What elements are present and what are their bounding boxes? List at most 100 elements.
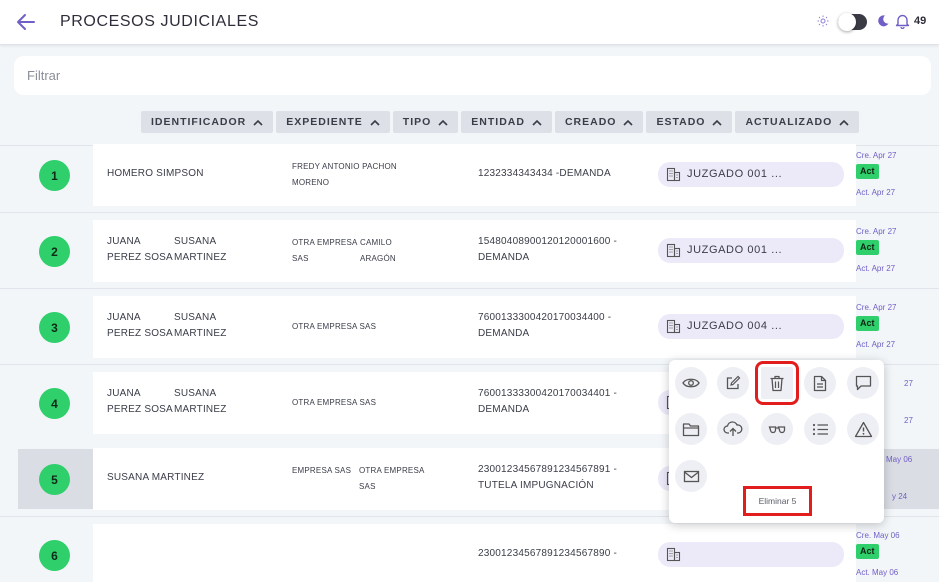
demandante: JUANA	[107, 312, 141, 323]
updated-date: Act. Apr 27	[856, 340, 896, 349]
row-card[interactable]: HOMERO SIMPSON FREDY ANTONIO PACHON MORE…	[93, 144, 856, 206]
updated-date: Act. Apr 27	[856, 188, 896, 197]
chevron-up-icon	[623, 119, 634, 126]
column-estado[interactable]: ESTADO	[646, 111, 733, 133]
demandante: JUANA	[107, 388, 141, 399]
demandado: OTRA EMPRESA	[359, 466, 425, 475]
demandante: MARTINEZ	[174, 404, 227, 415]
column-actualizado[interactable]: ACTUALIZADO	[735, 111, 860, 133]
delete-button[interactable]	[755, 361, 799, 405]
demandante: HOMERO SIMPSON	[107, 168, 204, 179]
row-number: 5	[39, 464, 70, 495]
document-button[interactable]	[804, 367, 836, 399]
expediente: DEMANDA	[478, 252, 530, 263]
demandante: SUSANA	[174, 236, 217, 247]
column-label: ACTUALIZADO	[745, 116, 833, 128]
demandado: MORENO	[292, 178, 330, 187]
column-label: TIPO	[402, 116, 432, 128]
column-label: CREADO	[564, 116, 617, 128]
updated-date: y 24	[892, 492, 908, 501]
entidad-pill[interactable]: JUZGADO 001 ...	[658, 162, 844, 187]
entidad-pill[interactable]: JUZGADO 001 ...	[658, 238, 844, 263]
moon-icon	[878, 15, 889, 27]
divider	[0, 288, 939, 289]
created-date: Cre. Apr 27	[856, 151, 897, 160]
column-label: ESTADO	[656, 116, 706, 128]
building-icon	[666, 319, 681, 334]
building-icon	[666, 547, 681, 562]
column-identificador[interactable]: IDENTIFICADOR	[141, 111, 274, 133]
glasses-button[interactable]	[761, 413, 793, 445]
column-creado[interactable]: CREADO	[554, 111, 644, 133]
expediente: 1232334343434 -DEMANDA	[478, 168, 611, 179]
demandado: CAMILO	[360, 238, 392, 247]
entidad-pill[interactable]: JUZGADO 004 ...	[658, 314, 844, 339]
filter-input[interactable]	[14, 56, 931, 95]
edit-button[interactable]	[717, 367, 749, 399]
expediente: DEMANDA	[478, 404, 530, 415]
status-badge: Act	[856, 544, 879, 559]
entidad-label: JUZGADO 004 ...	[687, 320, 783, 332]
status-badge: Act	[856, 240, 879, 255]
table-row[interactable]: 3 JUANA PEREZ SOSA SUSANA MARTINEZ OTRA …	[0, 296, 939, 358]
column-label: IDENTIFICADOR	[151, 116, 247, 128]
column-expediente[interactable]: EXPEDIENTE	[276, 111, 390, 133]
row-number: 6	[39, 540, 70, 571]
warning-button[interactable]	[847, 413, 879, 445]
folder-button[interactable]	[675, 413, 707, 445]
status-badge: Act	[856, 164, 879, 179]
back-arrow-icon[interactable]	[14, 11, 38, 33]
expediente: DEMANDA	[478, 328, 530, 339]
demandado: OTRA EMPRESA SAS	[292, 398, 377, 407]
chevron-up-icon	[532, 119, 542, 126]
table-row[interactable]: 6 23001234567891234567890 - Cre. May 06 …	[0, 524, 939, 582]
warning-icon	[854, 421, 872, 437]
notification-count: 49	[914, 15, 927, 27]
demandado: OTRA EMPRESA SAS	[292, 322, 377, 331]
demandado: ARAGÓN	[360, 254, 396, 263]
row-number: 1	[39, 160, 70, 191]
table-row[interactable]: 1 HOMERO SIMPSON FREDY ANTONIO PACHON MO…	[0, 144, 939, 206]
upload-button[interactable]	[717, 413, 749, 445]
column-entidad[interactable]: ENTIDAD	[461, 111, 552, 133]
bell-icon[interactable]	[895, 13, 910, 29]
eye-icon	[682, 378, 700, 388]
created-date: Cre. Apr 27	[856, 303, 897, 312]
theme-toggle[interactable]	[838, 13, 867, 31]
demandante: PEREZ SOSA	[107, 404, 173, 415]
table-row[interactable]: 2 JUANA PEREZ SOSA SUSANA MARTINEZ OTRA …	[0, 220, 939, 282]
glasses-icon	[768, 425, 786, 433]
column-label: ENTIDAD	[471, 116, 525, 128]
demandado: EMPRESA SAS	[292, 466, 352, 475]
chevron-up-icon	[370, 119, 380, 126]
row-card[interactable]: JUANA PEREZ SOSA SUSANA MARTINEZ OTRA EM…	[93, 296, 856, 358]
demandado: SAS	[292, 254, 309, 263]
updated-date: Act. May 06	[856, 568, 899, 577]
demandado: FREDY ANTONIO PACHON	[292, 162, 397, 171]
mail-button[interactable]	[675, 460, 707, 492]
expediente: 76001333004201700344​00 -	[478, 312, 612, 323]
divider	[0, 212, 939, 213]
chevron-up-icon	[712, 119, 723, 126]
expediente: TUTELA IMPUGNACIÓN	[478, 480, 594, 491]
row-card[interactable]: 23001234567891234567890 -	[93, 524, 856, 582]
demandante: PEREZ SOSA	[107, 252, 173, 263]
expediente: 23001234567891234567890 -	[478, 548, 618, 559]
folder-icon	[682, 422, 700, 436]
demandante: JUANA	[107, 236, 141, 247]
column-tipo[interactable]: TIPO	[392, 111, 459, 133]
row-card[interactable]: JUANA PEREZ SOSA SUSANA MARTINEZ OTRA EM…	[93, 220, 856, 282]
status-badge: Act	[856, 316, 879, 331]
top-bar: PROCESOS JUDICIALES 49	[0, 0, 939, 45]
document-icon	[813, 375, 827, 391]
demandante: SUSANA	[174, 388, 217, 399]
building-icon	[666, 243, 681, 258]
view-button[interactable]	[675, 367, 707, 399]
row-number: 2	[39, 236, 70, 267]
list-button[interactable]	[804, 413, 836, 445]
entidad-pill[interactable]	[658, 542, 844, 567]
demandante: SUSANA	[174, 312, 217, 323]
comment-button[interactable]	[847, 367, 879, 399]
list-icon	[812, 423, 828, 435]
updated-date: Act. Apr 27	[856, 264, 896, 273]
